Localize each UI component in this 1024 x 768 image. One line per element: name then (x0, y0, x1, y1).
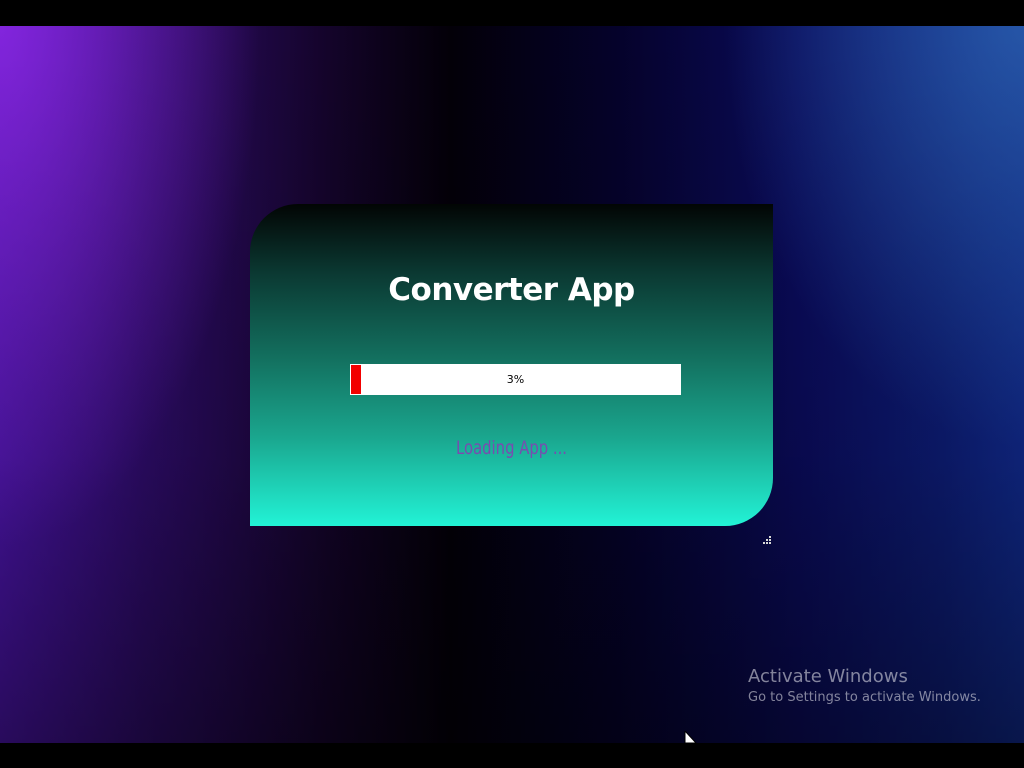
grip-dot (766, 539, 768, 541)
app-title: Converter App (388, 272, 635, 308)
splash-window: Converter App 3% Loading App ... (250, 204, 773, 526)
mouse-cursor-icon (684, 731, 697, 743)
progress-label: 3% (506, 373, 525, 386)
grip-dot (766, 542, 768, 544)
desktop-background: Converter App 3% Loading App ... Activat… (0, 26, 1024, 743)
grip-dot (769, 539, 771, 541)
watermark-subtitle: Go to Settings to activate Windows. (748, 690, 981, 705)
watermark-title: Activate Windows (748, 666, 908, 687)
progress-bar: 3% (350, 364, 681, 395)
loading-status: Loading App ... (456, 437, 567, 459)
letterbox-bottom (0, 743, 1024, 768)
grip-dot (769, 536, 771, 538)
screen: Converter App 3% Loading App ... Activat… (0, 0, 1024, 768)
activation-watermark: Activate Windows Go to Settings to activ… (748, 666, 1018, 708)
grip-dot (769, 542, 771, 544)
letterbox-top (0, 0, 1024, 26)
resize-grip-icon[interactable] (762, 535, 771, 544)
grip-dot (763, 542, 765, 544)
